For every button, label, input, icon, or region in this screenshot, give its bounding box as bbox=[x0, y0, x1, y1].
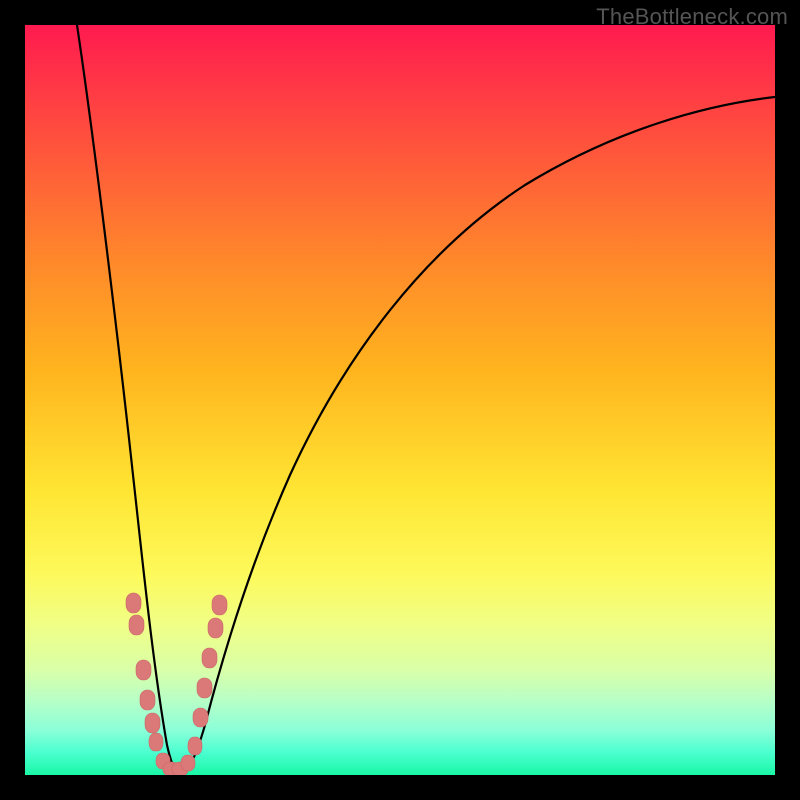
sample-marker bbox=[136, 660, 151, 680]
sample-marker bbox=[208, 618, 223, 638]
sample-marker bbox=[126, 593, 141, 613]
sample-marker bbox=[193, 708, 208, 727]
sample-marker bbox=[140, 690, 155, 710]
plot-area bbox=[25, 25, 775, 775]
sample-marker bbox=[212, 595, 227, 615]
marker-group bbox=[126, 593, 227, 775]
sample-marker bbox=[149, 733, 163, 751]
sample-marker bbox=[202, 648, 217, 668]
curve-right-branch bbox=[180, 97, 775, 775]
curve-left-branch bbox=[77, 25, 180, 775]
sample-marker bbox=[197, 678, 212, 698]
chart-frame: TheBottleneck.com bbox=[0, 0, 800, 800]
bottleneck-curve bbox=[25, 25, 775, 775]
sample-marker bbox=[188, 737, 202, 755]
sample-marker bbox=[181, 755, 195, 771]
sample-marker bbox=[129, 615, 144, 635]
sample-marker bbox=[145, 713, 160, 733]
